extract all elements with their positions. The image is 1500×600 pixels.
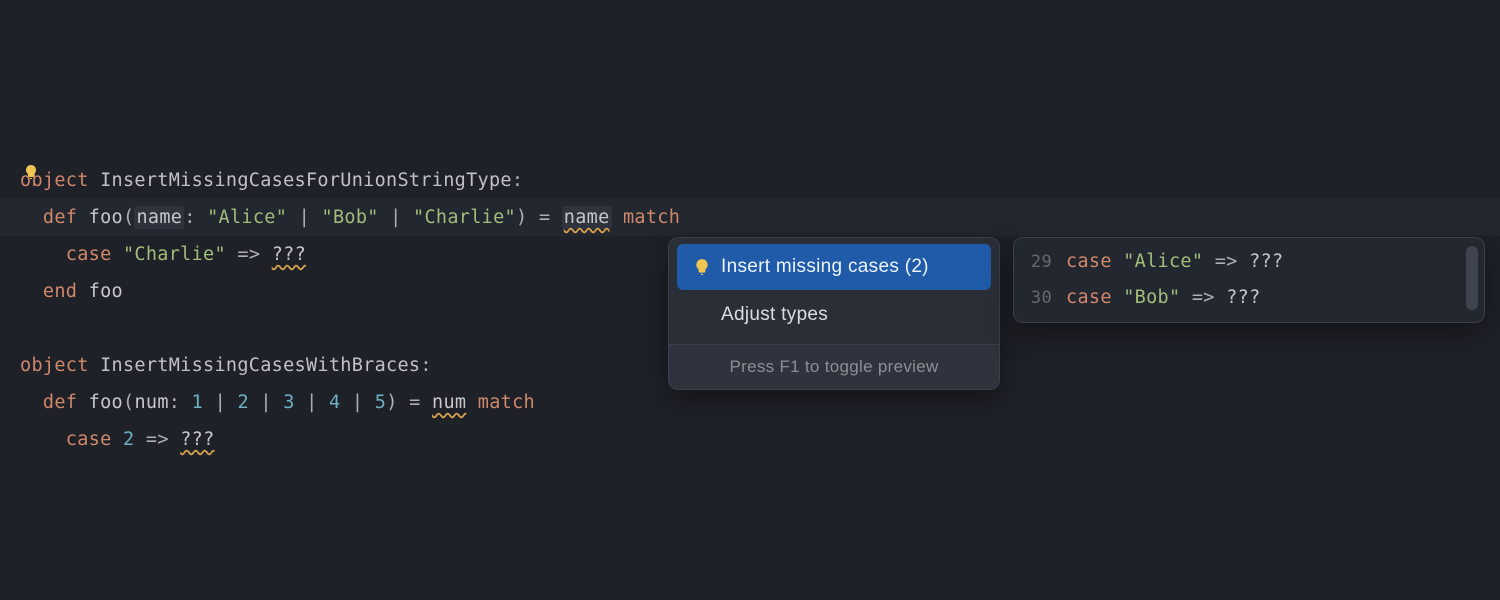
quickfix-item-label: Insert missing cases (2) — [721, 256, 929, 278]
quickfix-item-label: Adjust types — [721, 304, 828, 326]
preview-line-number: 30 — [1014, 280, 1066, 316]
quickfix-preview-panel: 29 case "Alice" => ??? 30 case "Bob" => … — [1013, 237, 1485, 323]
quickfix-item-adjust-types[interactable]: Adjust types — [677, 292, 991, 338]
quickfix-item-insert-cases[interactable]: Insert missing cases (2) — [677, 244, 991, 290]
code-line: object InsertMissingCasesForUnionStringT… — [20, 162, 1500, 199]
code-line-active: def foo(name: "Alice" | "Bob" | "Charlie… — [0, 199, 1500, 236]
lightbulb-icon — [693, 258, 711, 276]
quickfix-footer-hint: Press F1 to toggle preview — [669, 344, 999, 389]
preview-scrollbar[interactable] — [1466, 246, 1478, 310]
gutter-lightbulb-icon[interactable] — [23, 164, 39, 180]
preview-line-number: 29 — [1014, 244, 1066, 280]
preview-line: 29 case "Alice" => ??? — [1014, 244, 1484, 280]
preview-line: 30 case "Bob" => ??? — [1014, 280, 1484, 316]
code-line: case 2 => ??? — [20, 421, 1500, 458]
quickfix-popup: Insert missing cases (2) Adjust types Pr… — [668, 237, 1000, 390]
